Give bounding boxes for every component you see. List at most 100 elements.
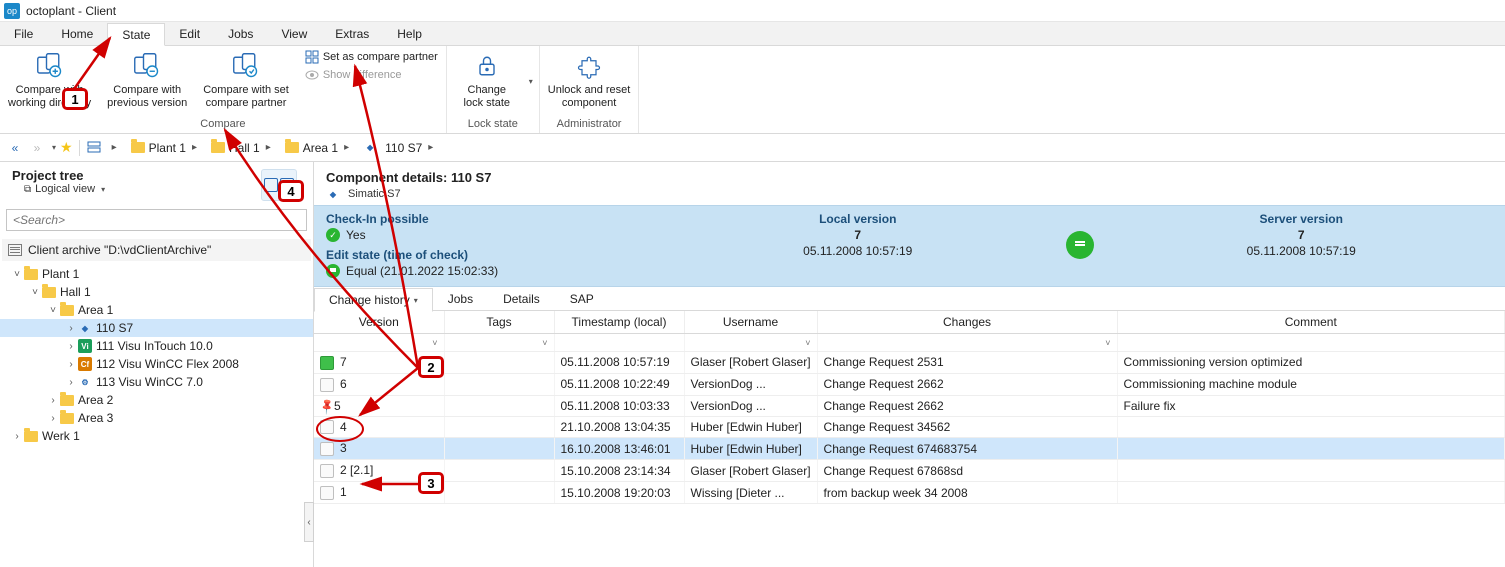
compare-working-dir-label: Compare with working directory <box>8 84 91 110</box>
table-row[interactable]: 705.11.2008 10:57:19Glaser [Robert Glase… <box>314 352 1505 374</box>
table-row[interactable]: 📌505.11.2008 10:03:33VersionDog ...Chang… <box>314 395 1505 416</box>
crumb-hall1[interactable]: Hall 1▸ <box>207 141 277 155</box>
filter-cell[interactable]: ˅ <box>314 334 444 352</box>
tree-node-hall1[interactable]: ˅Hall 1 <box>0 283 313 301</box>
tab-label: Change history <box>329 293 410 307</box>
show-difference-label: Show difference <box>323 69 402 81</box>
col-username[interactable]: Username <box>684 311 817 334</box>
tree-node-111[interactable]: ›Vi111 Visu InTouch 10.0 <box>0 337 313 355</box>
col-timestamp[interactable]: Timestamp (local) <box>554 311 684 334</box>
component-icon: ◆ <box>78 321 92 335</box>
col-comment[interactable]: Comment <box>1117 311 1504 334</box>
crumb-110s7[interactable]: ◆110 S7▸ <box>359 141 439 155</box>
filter-cell[interactable]: ˅ <box>444 334 554 352</box>
chevron-down-icon[interactable]: ▾ <box>529 77 533 86</box>
tree-label: Area 2 <box>78 393 113 407</box>
filter-cell[interactable] <box>1117 334 1504 352</box>
cell-version: 6 <box>314 373 444 395</box>
menu-home[interactable]: Home <box>47 22 107 45</box>
cell-comment <box>1117 416 1504 438</box>
chevron-right-icon[interactable]: ▸ <box>342 142 351 153</box>
chevron-right-icon[interactable]: ▸ <box>426 142 435 153</box>
menu-view[interactable]: View <box>267 22 321 45</box>
ribbon: Compare with working directory Compare w… <box>0 46 1505 134</box>
col-tags[interactable]: Tags <box>444 311 554 334</box>
menu-help[interactable]: Help <box>383 22 436 45</box>
tree-node-area2[interactable]: ›Area 2 <box>0 391 313 409</box>
check-in-possible-label: Check-In possible <box>326 212 666 226</box>
cell-tags <box>444 460 554 482</box>
nav-forward-button[interactable]: » <box>28 139 46 157</box>
collapse-handle[interactable]: ‹ <box>304 502 314 542</box>
folder-icon <box>60 305 74 316</box>
view-mode-label[interactable]: Logical view <box>35 183 95 195</box>
filter-cell[interactable]: ˅ <box>684 334 817 352</box>
tab-details[interactable]: Details <box>488 287 555 310</box>
menu-state[interactable]: State <box>107 23 165 46</box>
chevron-down-icon[interactable]: ▾ <box>101 185 105 194</box>
col-changes[interactable]: Changes <box>817 311 1117 334</box>
tree-label: 113 Visu WinCC 7.0 <box>96 375 203 389</box>
show-difference-button[interactable]: Show difference <box>305 68 438 82</box>
cell-username: Huber [Edwin Huber] <box>684 416 817 438</box>
table-row[interactable]: 316.10.2008 13:46:01Huber [Edwin Huber]C… <box>314 438 1505 460</box>
tree-node-113[interactable]: ›⚙113 Visu WinCC 7.0 <box>0 373 313 391</box>
table-row[interactable]: 115.10.2008 19:20:03Wissing [Dieter ...f… <box>314 482 1505 504</box>
search-box[interactable] <box>6 209 307 231</box>
tree-node-plant1[interactable]: ˅Plant 1 <box>0 265 313 283</box>
panel-toggle-button[interactable] <box>261 169 297 201</box>
tree-node-werk1[interactable]: ›Werk 1 <box>0 427 313 445</box>
menu-file[interactable]: File <box>0 22 47 45</box>
tree-node-112[interactable]: ›Cf112 Visu WinCC Flex 2008 <box>0 355 313 373</box>
tab-change-history[interactable]: Change history ▾ <box>314 288 433 312</box>
nav-back-button[interactable]: « <box>6 139 24 157</box>
menu-extras[interactable]: Extras <box>321 22 383 45</box>
change-lock-state-button[interactable]: Change lock state <box>447 46 527 116</box>
folder-icon <box>42 287 56 298</box>
chevron-right-icon[interactable]: ▸ <box>110 142 119 153</box>
crumb-area1[interactable]: Area 1 ▸ <box>281 141 355 155</box>
chevron-down-icon: ˅ <box>1105 338 1110 348</box>
compare-previous-version-button[interactable]: Compare with previous version <box>99 46 195 116</box>
table-row[interactable]: 605.11.2008 10:22:49VersionDog ...Change… <box>314 373 1505 395</box>
chevron-right-icon[interactable]: ▸ <box>190 142 199 153</box>
tree-node-area1[interactable]: ˅Area 1 <box>0 301 313 319</box>
compare-working-dir-button[interactable]: Compare with working directory <box>0 46 99 116</box>
unlock-reset-button[interactable]: Unlock and reset component <box>540 46 639 116</box>
chevron-down-icon[interactable]: ▾ <box>52 143 56 152</box>
cell-username: Wissing [Dieter ... <box>684 482 817 504</box>
tree-node-area3[interactable]: ›Area 3 <box>0 409 313 427</box>
window-title: octoplant - Client <box>26 4 116 18</box>
filter-cell[interactable] <box>554 334 684 352</box>
crumb-plant1[interactable]: Plant 1▸ <box>127 141 203 155</box>
tab-jobs[interactable]: Jobs <box>433 287 488 310</box>
menu-edit[interactable]: Edit <box>165 22 214 45</box>
crumb-label: Area 1 <box>303 141 338 155</box>
client-archive-header[interactable]: Client archive "D:\vdClientArchive" <box>2 239 311 261</box>
cell-username: VersionDog ... <box>684 395 817 416</box>
cell-version: 4 <box>314 416 444 438</box>
compare-set-partner-button[interactable]: Compare with set compare partner <box>195 46 297 116</box>
folder-icon <box>60 395 74 406</box>
compare-icon <box>34 50 66 82</box>
cell-comment <box>1117 482 1504 504</box>
compare-icon <box>131 50 163 82</box>
chevron-down-icon[interactable]: ▾ <box>414 296 418 305</box>
col-version[interactable]: Version <box>314 311 444 334</box>
favorite-star-icon[interactable]: ★ <box>60 139 73 156</box>
equal-icon <box>326 264 340 278</box>
cell-version: 3 <box>314 438 444 460</box>
menu-jobs[interactable]: Jobs <box>214 22 267 45</box>
search-input[interactable] <box>6 209 307 231</box>
tab-sap[interactable]: SAP <box>555 287 609 310</box>
set-as-compare-partner-button[interactable]: Set as compare partner <box>305 50 438 64</box>
filter-cell[interactable]: ˅ <box>817 334 1117 352</box>
server-version-label: Server version <box>1110 212 1494 226</box>
table-row[interactable]: 421.10.2008 13:04:35Huber [Edwin Huber]C… <box>314 416 1505 438</box>
tree-node-110s7[interactable]: ›◆110 S7 <box>0 319 313 337</box>
version-status-icon <box>320 442 334 456</box>
cell-changes: Change Request 2531 <box>817 352 1117 374</box>
ribbon-group-compare-label: Compare <box>0 116 446 133</box>
table-row[interactable]: 2 [2.1]15.10.2008 23:14:34Glaser [Robert… <box>314 460 1505 482</box>
chevron-right-icon[interactable]: ▸ <box>264 142 273 153</box>
